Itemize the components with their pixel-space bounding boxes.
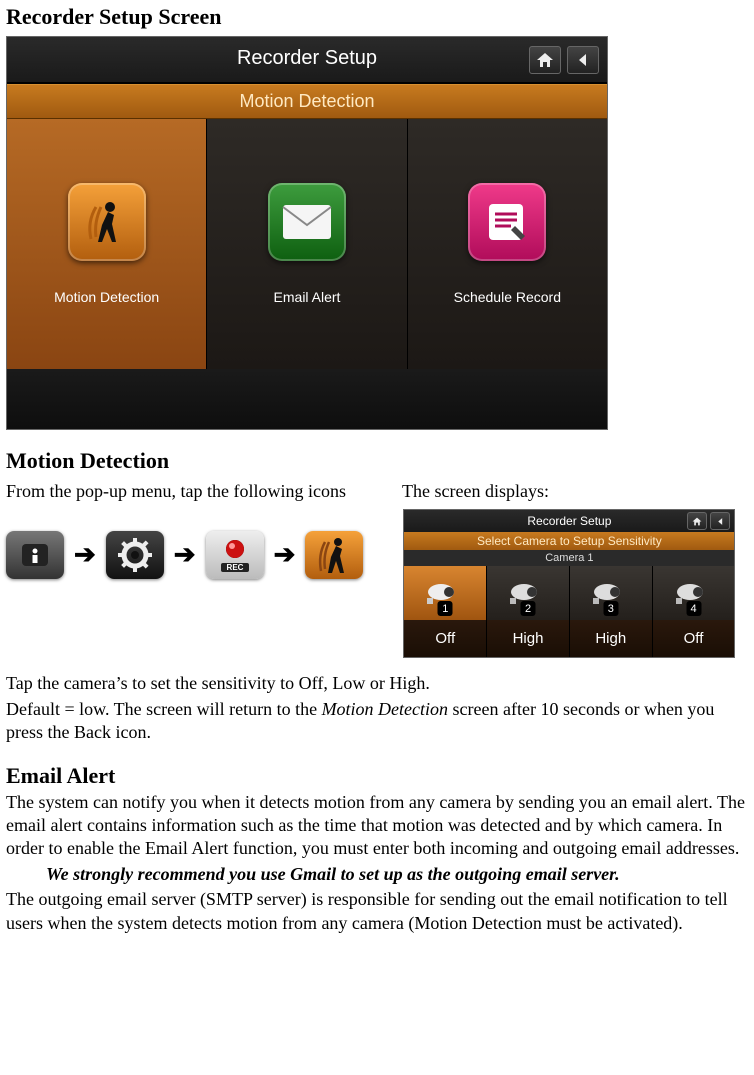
sensitivity-value: High xyxy=(570,620,652,657)
arrow-icon: ➔ xyxy=(274,540,296,570)
sens-title: Recorder Setup xyxy=(527,514,611,528)
sensitivity-value: High xyxy=(487,620,569,657)
home-icon[interactable] xyxy=(687,512,707,530)
arrow-icon: ➔ xyxy=(174,540,196,570)
motion-paragraph-2: Default = low. The screen will return to… xyxy=(6,698,748,745)
tile-label: Schedule Record xyxy=(454,289,561,305)
schedule-icon xyxy=(468,183,546,261)
email-recommendation: We strongly recommend you use Gmail to s… xyxy=(6,863,748,886)
sensitivity-value: Off xyxy=(653,620,735,657)
camera-icon: 2 xyxy=(487,566,569,620)
rec-icon[interactable]: REC xyxy=(206,531,264,579)
email-icon xyxy=(268,183,346,261)
motion-walk-icon[interactable] xyxy=(305,531,363,579)
camera-cell-4[interactable]: 4 Off xyxy=(653,566,735,657)
camera-cell-1[interactable]: 1 Off xyxy=(404,566,487,657)
info-icon[interactable] xyxy=(6,531,64,579)
tile-label: Motion Detection xyxy=(54,289,159,305)
camera-icon: 3 xyxy=(570,566,652,620)
email-paragraph-1: The system can notify you when it detect… xyxy=(6,791,748,861)
screenshot-header: Recorder Setup xyxy=(7,37,607,84)
camera-cell-2[interactable]: 2 High xyxy=(487,566,570,657)
camera-number: 1 xyxy=(438,601,453,616)
camera-cell-3[interactable]: 3 High xyxy=(570,566,653,657)
sensitivity-value: Off xyxy=(404,620,486,657)
section-heading-motion: Motion Detection xyxy=(6,448,748,474)
arrow-icon: ➔ xyxy=(74,540,96,570)
screenshot-subtitle: Motion Detection xyxy=(7,84,607,119)
motion-right-text: The screen displays: xyxy=(402,480,748,503)
motion-walk-icon xyxy=(68,183,146,261)
tile-email-alert[interactable]: Email Alert xyxy=(207,119,407,369)
camera-number: 3 xyxy=(603,601,618,616)
recorder-setup-screenshot: Recorder Setup Motion Detection Motion D… xyxy=(6,36,608,430)
tile-label: Email Alert xyxy=(274,289,341,305)
motion-left-text: From the pop-up menu, tap the following … xyxy=(6,480,352,503)
back-icon[interactable] xyxy=(567,46,599,74)
svg-text:REC: REC xyxy=(226,563,243,572)
page-title: Recorder Setup Screen xyxy=(6,4,748,30)
screenshot-title: Recorder Setup xyxy=(237,47,377,69)
email-paragraph-2: The outgoing email server (SMTP server) … xyxy=(6,888,748,935)
back-icon[interactable] xyxy=(710,512,730,530)
sens-camera-label: Camera 1 xyxy=(404,550,734,566)
home-icon[interactable] xyxy=(529,46,561,74)
camera-icon: 4 xyxy=(653,566,735,620)
camera-number: 4 xyxy=(686,601,701,616)
sens-subtitle: Select Camera to Setup Sensitivity xyxy=(404,532,734,550)
gear-icon[interactable] xyxy=(106,531,164,579)
tile-motion-detection[interactable]: Motion Detection xyxy=(7,119,207,369)
section-heading-email: Email Alert xyxy=(6,763,748,789)
motion-paragraph-1: Tap the camera’s to set the sensitivity … xyxy=(6,672,748,695)
camera-icon: 1 xyxy=(404,566,486,620)
tile-schedule-record[interactable]: Schedule Record xyxy=(408,119,607,369)
screenshot-footer xyxy=(7,369,607,429)
icon-navigation-chain: ➔ ➔ REC ➔ xyxy=(6,531,363,579)
sensitivity-screenshot: Recorder Setup Select Camera to Setup Se… xyxy=(403,509,735,658)
camera-number: 2 xyxy=(521,601,536,616)
